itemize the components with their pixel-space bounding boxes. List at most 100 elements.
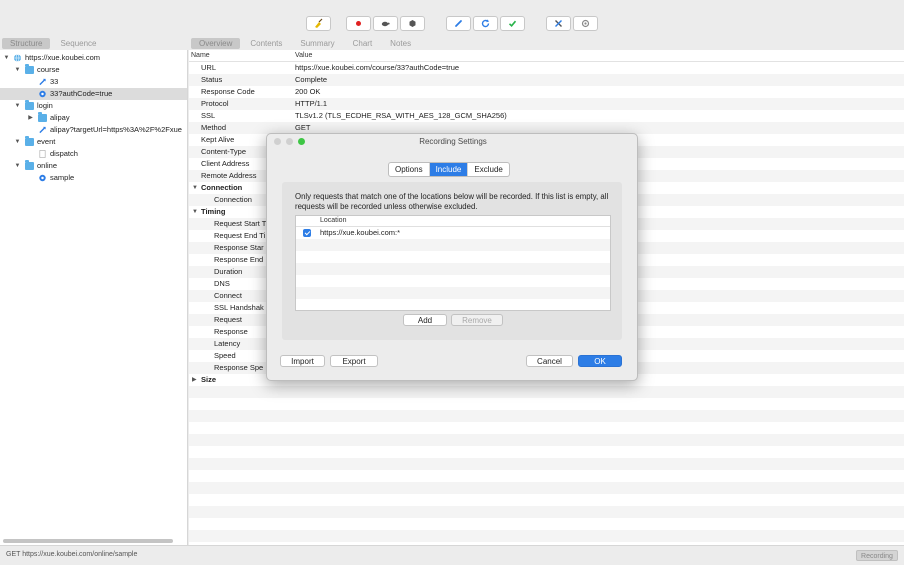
turtle-icon xyxy=(381,21,390,27)
disclosure-closed-icon[interactable]: ▶ xyxy=(192,374,197,386)
export-button[interactable]: Export xyxy=(330,355,378,367)
dialog-segmented-tabs: Options Include Exclude xyxy=(388,162,510,177)
tab-structure[interactable]: Structure xyxy=(2,38,51,49)
settings-button[interactable] xyxy=(573,16,598,31)
include-description: Only requests that match one of the loca… xyxy=(295,192,609,211)
overview-name: Duration xyxy=(214,267,243,276)
add-location-button[interactable]: Add xyxy=(403,314,447,326)
tree-item-33[interactable]: 33 xyxy=(0,76,187,88)
disclosure-open-icon[interactable]: ▼ xyxy=(192,182,198,194)
disclosure-open-icon[interactable]: ▼ xyxy=(3,52,10,64)
overview-name: URL xyxy=(201,63,217,72)
overview-name: Speed xyxy=(214,351,236,360)
overview-name: Status xyxy=(201,75,223,84)
disclosure-open-icon[interactable]: ▼ xyxy=(14,160,21,172)
overview-row-empty xyxy=(189,482,904,494)
ok-button[interactable]: OK xyxy=(578,355,622,367)
tab-overview[interactable]: Overview xyxy=(191,38,241,49)
toolbar-group-clear xyxy=(306,16,333,31)
record-button[interactable] xyxy=(346,16,371,31)
tree-label: https://xue.koubei.com xyxy=(25,53,101,62)
include-panel: Only requests that match one of the loca… xyxy=(282,182,622,340)
overview-name: SSL Handshak xyxy=(214,303,264,312)
overview-name: Response Code xyxy=(201,87,255,96)
overview-name: Latency xyxy=(214,339,241,348)
column-header-location[interactable]: Location xyxy=(320,216,346,226)
overview-value: 200 OK xyxy=(295,87,321,96)
tab-sequence[interactable]: Sequence xyxy=(52,38,104,49)
disclosure-closed-icon[interactable]: ▶ xyxy=(27,112,34,124)
tools-button[interactable] xyxy=(546,16,571,31)
pen-icon xyxy=(455,20,462,27)
overview-value: HTTP/1.1 xyxy=(295,99,328,108)
column-header-name[interactable]: Name xyxy=(191,50,210,61)
tree-item-alipay[interactable]: ▶ alipay xyxy=(0,112,187,124)
tree-item-dispatch[interactable]: dispatch xyxy=(0,148,187,160)
cancel-button[interactable]: Cancel xyxy=(526,355,573,367)
request-icon xyxy=(39,174,46,182)
tree-item-alipay-targeturl[interactable]: alipay?targetUrl=https%3A%2F%2Fxue xyxy=(0,124,187,136)
breakpoint-icon xyxy=(409,20,416,27)
tree-item-event[interactable]: ▼ event xyxy=(0,136,187,148)
repeat-button[interactable] xyxy=(473,16,498,31)
disclosure-open-icon[interactable]: ▼ xyxy=(14,136,21,148)
overview-row-empty xyxy=(189,422,904,434)
overview-row: Response Code 200 OK xyxy=(189,86,904,98)
overview-row-empty xyxy=(189,446,904,458)
overview-value: https://xue.koubei.com/course/33?authCod… xyxy=(295,63,460,72)
toolbar xyxy=(0,0,904,36)
overview-row-empty xyxy=(189,506,904,518)
column-header-value[interactable]: Value xyxy=(295,50,312,61)
validate-button[interactable] xyxy=(500,16,525,31)
import-button[interactable]: Import xyxy=(280,355,325,367)
overview-name: Content-Type xyxy=(201,147,247,156)
overview-row-empty xyxy=(189,410,904,422)
overview-name: Connect xyxy=(214,291,242,300)
tree-item-course[interactable]: ▼ course xyxy=(0,64,187,76)
compose-button[interactable] xyxy=(446,16,471,31)
tab-include[interactable]: Include xyxy=(429,163,469,176)
tab-chart[interactable]: Chart xyxy=(345,38,381,49)
location-enabled-checkbox[interactable] xyxy=(303,229,311,237)
overview-name: Connection xyxy=(201,183,243,192)
tree-item-online[interactable]: ▼ online xyxy=(0,160,187,172)
disclosure-open-icon[interactable]: ▼ xyxy=(14,64,21,76)
tab-summary[interactable]: Summary xyxy=(292,38,342,49)
breakpoints-button[interactable] xyxy=(400,16,425,31)
overview-row-empty xyxy=(189,386,904,398)
disclosure-open-icon[interactable]: ▼ xyxy=(14,100,21,112)
recording-badge[interactable]: Recording xyxy=(856,550,898,561)
overview-row-empty xyxy=(189,494,904,506)
overview-name: Response Star xyxy=(214,243,264,252)
tree-label: login xyxy=(37,101,53,110)
tree-item-host[interactable]: ▼ https://xue.koubei.com xyxy=(0,52,187,64)
disclosure-open-icon[interactable]: ▼ xyxy=(192,206,198,218)
folder-icon xyxy=(25,100,34,110)
tab-exclude[interactable]: Exclude xyxy=(468,163,508,176)
overview-name: Request xyxy=(214,315,242,324)
document-icon xyxy=(39,150,46,158)
overview-name: Request Start T xyxy=(214,219,267,228)
location-list[interactable]: Location https://xue.koubei.com:* xyxy=(295,215,611,311)
globe-icon xyxy=(13,54,22,62)
remove-location-button[interactable]: Remove xyxy=(451,314,503,326)
tab-options[interactable]: Options xyxy=(389,163,430,176)
tree-horizontal-scrollbar[interactable] xyxy=(3,539,173,543)
tab-contents[interactable]: Contents xyxy=(242,38,290,49)
toolbar-group-edit xyxy=(446,16,527,31)
throttle-button[interactable] xyxy=(373,16,398,31)
overview-name: Method xyxy=(201,123,227,132)
folder-icon xyxy=(25,136,34,146)
record-icon xyxy=(356,21,361,26)
location-row[interactable]: https://xue.koubei.com:* xyxy=(296,227,610,239)
clear-button[interactable] xyxy=(306,16,331,31)
overview-name: SSL xyxy=(201,111,216,120)
tree-item-33-authcode[interactable]: 33?authCode=true xyxy=(0,88,187,100)
tree-item-sample[interactable]: sample xyxy=(0,172,187,184)
tree-label: 33 xyxy=(50,77,59,86)
status-text: GET https://xue.koubei.com/online/sample xyxy=(6,551,138,558)
location-row-empty xyxy=(296,239,610,251)
tree-item-login[interactable]: ▼ login xyxy=(0,100,187,112)
overview-row-empty xyxy=(189,470,904,482)
tab-notes[interactable]: Notes xyxy=(382,38,419,49)
